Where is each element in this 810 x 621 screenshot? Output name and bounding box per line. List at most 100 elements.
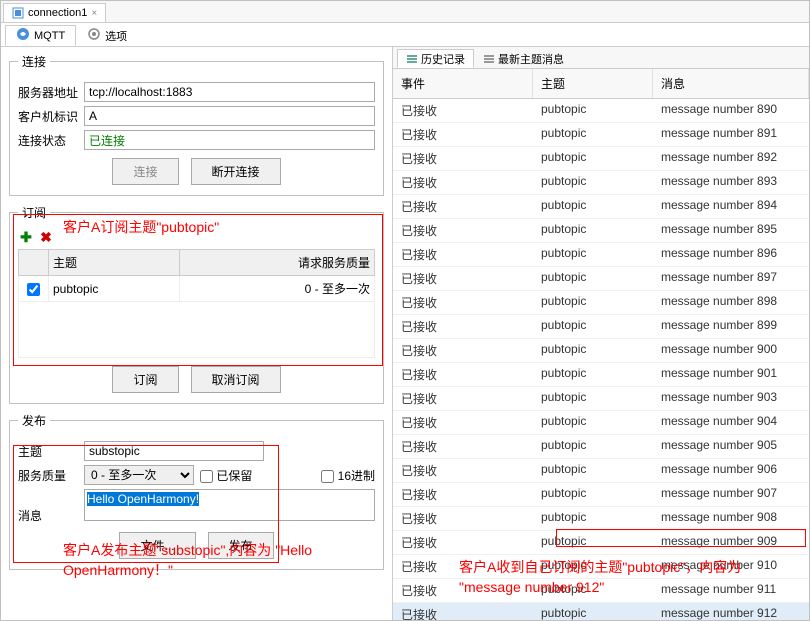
left-panel: 连接 服务器地址 客户机标识 连接状态 连接 断开连接: [1, 47, 393, 620]
cell-event: 已接收: [393, 555, 533, 578]
server-input[interactable]: [84, 82, 375, 102]
history-row[interactable]: 已接收pubtopicmessage number 891: [393, 123, 809, 147]
cell-message: message number 900: [653, 339, 809, 362]
cell-event: 已接收: [393, 243, 533, 266]
history-row[interactable]: 已接收pubtopicmessage number 896: [393, 243, 809, 267]
cell-topic: pubtopic: [533, 435, 653, 458]
pub-topic-input[interactable]: [84, 441, 264, 461]
cell-topic: pubtopic: [533, 195, 653, 218]
cell-topic: pubtopic: [533, 291, 653, 314]
disconnect-button[interactable]: 断开连接: [191, 158, 281, 185]
cell-message: message number 910: [653, 555, 809, 578]
tab-history-label: 历史记录: [421, 51, 465, 67]
history-row[interactable]: 已接收pubtopicmessage number 890: [393, 99, 809, 123]
cell-topic: pubtopic: [533, 579, 653, 602]
cell-event: 已接收: [393, 603, 533, 620]
publish-group: 发布 主题 服务质量 0 - 至多一次 已保留 16进制 消息: [9, 412, 384, 570]
subscribe-button[interactable]: 订阅: [112, 366, 178, 393]
cell-message: message number 903: [653, 387, 809, 410]
tab-mqtt[interactable]: MQTT: [5, 25, 76, 46]
header-event[interactable]: 事件: [393, 69, 533, 98]
pub-message-input[interactable]: Hello OpenHarmony!: [84, 489, 375, 521]
cell-message: message number 909: [653, 531, 809, 554]
cell-message: message number 896: [653, 243, 809, 266]
cell-message: message number 897: [653, 267, 809, 290]
history-row[interactable]: 已接收pubtopicmessage number 901: [393, 363, 809, 387]
cell-event: 已接收: [393, 99, 533, 122]
tab-last-message[interactable]: 最新主题消息: [474, 49, 573, 68]
cell-message: message number 893: [653, 171, 809, 194]
unsubscribe-button[interactable]: 取消订阅: [191, 366, 281, 393]
client-id-input[interactable]: [84, 106, 375, 126]
cell-topic: pubtopic: [533, 147, 653, 170]
header-topic[interactable]: 主题: [533, 69, 653, 98]
history-row[interactable]: 已接收pubtopicmessage number 912: [393, 603, 809, 620]
connection-legend: 连接: [18, 53, 50, 70]
client-id-label: 客户机标识: [18, 108, 78, 125]
history-row[interactable]: 已接收pubtopicmessage number 900: [393, 339, 809, 363]
close-icon[interactable]: ×: [91, 8, 97, 19]
cell-message: message number 912: [653, 603, 809, 620]
header-message[interactable]: 消息: [653, 69, 809, 98]
connect-button[interactable]: 连接: [112, 158, 178, 185]
checkbox-header: [19, 250, 49, 276]
cell-topic: pubtopic: [533, 267, 653, 290]
connection-group: 连接 服务器地址 客户机标识 连接状态 连接 断开连接: [9, 53, 384, 196]
cell-event: 已接收: [393, 147, 533, 170]
tab-history[interactable]: 历史记录: [397, 49, 474, 68]
status-value: [84, 130, 375, 150]
cell-event: 已接收: [393, 387, 533, 410]
history-row[interactable]: 已接收pubtopicmessage number 906: [393, 459, 809, 483]
history-row[interactable]: 已接收pubtopicmessage number 910: [393, 555, 809, 579]
delete-icon[interactable]: ✖: [38, 229, 54, 245]
cell-message: message number 895: [653, 219, 809, 242]
cell-topic: pubtopic: [533, 243, 653, 266]
subscribe-legend: 订阅: [18, 204, 50, 221]
row-checkbox[interactable]: [27, 283, 40, 296]
history-row[interactable]: 已接收pubtopicmessage number 898: [393, 291, 809, 315]
history-row[interactable]: 已接收pubtopicmessage number 911: [393, 579, 809, 603]
cell-event: 已接收: [393, 411, 533, 434]
history-row[interactable]: 已接收pubtopicmessage number 904: [393, 411, 809, 435]
retain-checkbox[interactable]: [200, 470, 213, 483]
tab-connection1[interactable]: connection1 ×: [3, 3, 106, 22]
right-tab-bar: 历史记录 最新主题消息: [393, 47, 809, 69]
sub-tab-bar: MQTT 选项: [1, 23, 809, 47]
hex-checkbox[interactable]: [321, 470, 334, 483]
history-row[interactable]: 已接收pubtopicmessage number 895: [393, 219, 809, 243]
table-row[interactable]: pubtopic 0 - 至多一次: [19, 276, 375, 302]
history-row[interactable]: 已接收pubtopicmessage number 897: [393, 267, 809, 291]
file-button[interactable]: 文件...: [119, 532, 195, 559]
publish-button[interactable]: 发布: [208, 532, 274, 559]
row-topic: pubtopic: [49, 276, 180, 302]
hex-label[interactable]: 16进制: [321, 467, 375, 484]
pub-qos-select[interactable]: 0 - 至多一次: [84, 465, 194, 485]
history-row[interactable]: 已接收pubtopicmessage number 907: [393, 483, 809, 507]
history-row[interactable]: 已接收pubtopicmessage number 908: [393, 507, 809, 531]
history-row[interactable]: 已接收pubtopicmessage number 909: [393, 531, 809, 555]
cell-topic: pubtopic: [533, 123, 653, 146]
history-row[interactable]: 已接收pubtopicmessage number 892: [393, 147, 809, 171]
history-row[interactable]: 已接收pubtopicmessage number 905: [393, 435, 809, 459]
history-row[interactable]: 已接收pubtopicmessage number 894: [393, 195, 809, 219]
history-icon: [406, 53, 418, 65]
tab-options[interactable]: 选项: [76, 25, 138, 46]
cell-message: message number 894: [653, 195, 809, 218]
cell-message: message number 892: [653, 147, 809, 170]
cell-event: 已接收: [393, 507, 533, 530]
add-icon[interactable]: ✚: [18, 229, 34, 245]
cell-event: 已接收: [393, 435, 533, 458]
cell-event: 已接收: [393, 339, 533, 362]
history-row[interactable]: 已接收pubtopicmessage number 893: [393, 171, 809, 195]
cell-message: message number 899: [653, 315, 809, 338]
cell-topic: pubtopic: [533, 171, 653, 194]
cell-event: 已接收: [393, 579, 533, 602]
retain-label[interactable]: 已保留: [200, 467, 252, 484]
row-qos: 0 - 至多一次: [179, 276, 374, 302]
history-row[interactable]: 已接收pubtopicmessage number 903: [393, 387, 809, 411]
message-icon: [483, 53, 495, 65]
history-row[interactable]: 已接收pubtopicmessage number 899: [393, 315, 809, 339]
cell-message: message number 905: [653, 435, 809, 458]
cell-event: 已接收: [393, 171, 533, 194]
cell-topic: pubtopic: [533, 363, 653, 386]
